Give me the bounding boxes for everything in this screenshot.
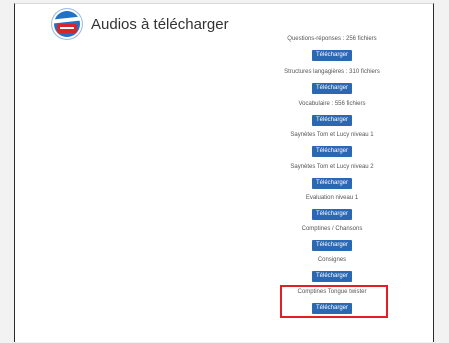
download-label: Saynètes Tom et Lucy niveau 1 (290, 132, 374, 138)
download-button[interactable]: Télécharger (312, 209, 352, 220)
download-label: Questions-réponses : 256 fichiers (287, 36, 377, 42)
download-label: Vocabulaire : 556 fichiers (298, 101, 366, 107)
download-item-structures: Structures langagières : 310 fichiers Té… (272, 68, 392, 94)
download-item-comptines-chansons: Comptines / Chansons Télécharger (272, 225, 392, 251)
page-title: Audios à télécharger (91, 15, 229, 33)
download-button[interactable]: Télécharger (312, 50, 352, 61)
download-button[interactable]: Télécharger (312, 115, 352, 126)
download-item-evaluation: Evaluation niveau 1 Télécharger (272, 194, 392, 220)
download-label: Structures langagières : 310 fichiers (284, 69, 380, 75)
logo-band (52, 16, 82, 24)
download-button[interactable]: Télécharger (312, 271, 352, 282)
download-item-questions: Questions-réponses : 256 fichiers Téléch… (272, 35, 392, 61)
site-logo-icon[interactable] (52, 9, 82, 39)
download-button[interactable]: Télécharger (312, 178, 352, 189)
download-label: Comptines / Chansons (301, 226, 363, 232)
download-button[interactable]: Télécharger (312, 83, 352, 94)
download-label: Evaluation niveau 1 (305, 195, 359, 201)
download-label: Consignes (317, 257, 347, 263)
download-item-consignes: Consignes Télécharger (272, 256, 392, 282)
download-item-vocabulaire: Vocabulaire : 556 fichiers Télécharger (272, 100, 392, 126)
download-button[interactable]: Télécharger (312, 240, 352, 251)
download-button[interactable]: Télécharger (312, 146, 352, 157)
download-item-saynetes-1: Saynètes Tom et Lucy niveau 1 Télécharge… (272, 131, 392, 157)
download-item-saynetes-2: Saynètes Tom et Lucy niveau 2 Télécharge… (272, 163, 392, 189)
page-header: Audios à télécharger (52, 9, 229, 39)
logo-red-band (57, 24, 77, 33)
download-label: Saynètes Tom et Lucy niveau 2 (290, 164, 374, 170)
highlight-box (280, 285, 388, 318)
